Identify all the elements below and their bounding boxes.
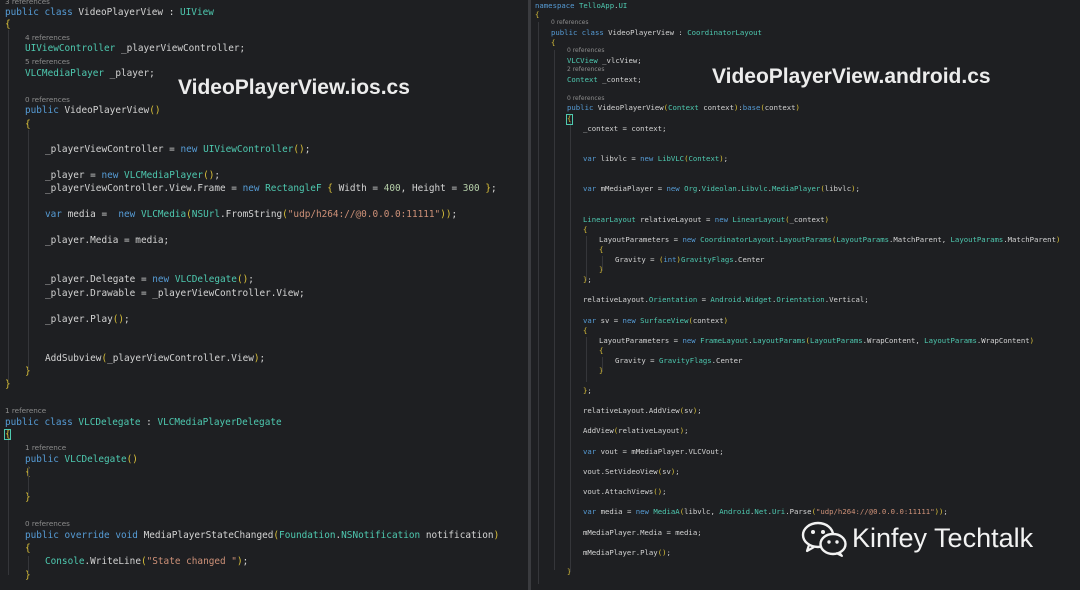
code-line: namespace TelloApp.UI bbox=[535, 1, 628, 10]
code-line: }; bbox=[583, 386, 592, 395]
indent-guide bbox=[586, 337, 587, 382]
code-line: _player.Delegate = new VLCDelegate(); bbox=[45, 274, 254, 285]
code-line: _playerViewController = new UIViewContro… bbox=[45, 144, 311, 155]
code-line: var libvlc = new LibVLC(Context); bbox=[583, 154, 729, 163]
code-line: public class VideoPlayerView : Coordinat… bbox=[551, 28, 762, 37]
code-line: { bbox=[599, 346, 604, 355]
code-line: { bbox=[535, 10, 540, 19]
left-file-label: VideoPlayerView.ios.cs bbox=[178, 76, 410, 99]
code-line: LayoutParameters = new FrameLayout.Layou… bbox=[599, 336, 1035, 345]
indent-guide bbox=[28, 556, 29, 574]
code-line: Context _context; bbox=[567, 75, 642, 84]
code-line: public VLCDelegate() bbox=[25, 454, 138, 465]
codelens-reference-count[interactable]: 1 reference bbox=[25, 444, 66, 451]
code-line: vout.SetVideoView(sv); bbox=[583, 467, 680, 476]
code-line: var media = new MediaA(libvlc, Android.N… bbox=[583, 507, 948, 516]
code-line: UIViewController _playerViewController; bbox=[25, 43, 246, 54]
code-line: _player.Play(); bbox=[45, 314, 130, 325]
codelens-reference-count[interactable]: 0 references bbox=[567, 96, 605, 102]
code-line: VLCMediaPlayer _player; bbox=[25, 68, 155, 79]
code-line: _context = context; bbox=[583, 124, 667, 133]
code-line: { bbox=[25, 543, 31, 554]
watermark-text: Kinfey Techtalk bbox=[852, 522, 1034, 553]
code-line: var sv = new SurfaceView(context) bbox=[583, 316, 729, 325]
code-line: vout.AttachViews(); bbox=[583, 487, 667, 496]
code-line: }; bbox=[583, 275, 592, 284]
code-line: AddSubview(_playerViewController.View); bbox=[45, 353, 266, 364]
watermark: Kinfey Techtalk bbox=[798, 518, 1033, 558]
codelens-reference-count[interactable]: 3 references bbox=[5, 0, 50, 5]
code-line: } bbox=[5, 379, 11, 390]
indent-guide bbox=[602, 256, 603, 271]
indent-guide bbox=[8, 30, 9, 380]
codelens-reference-count[interactable]: 0 references bbox=[25, 520, 70, 527]
code-line: VLCView _vlcView; bbox=[567, 56, 642, 65]
brace-match-highlight bbox=[566, 114, 573, 125]
code-line: public override void MediaPlayerStateCha… bbox=[25, 530, 500, 541]
codelens-reference-count[interactable]: 0 references bbox=[25, 96, 70, 103]
code-line: mMediaPlayer.Media = media; bbox=[583, 528, 702, 537]
code-line: var mMediaPlayer = new Org.Videolan.Libv… bbox=[583, 184, 860, 193]
code-line: public VideoPlayerView(Context context):… bbox=[567, 103, 800, 112]
code-line: public class VideoPlayerView : UIView bbox=[5, 7, 214, 18]
codelens-reference-count[interactable]: 0 references bbox=[567, 48, 605, 54]
indent-guide bbox=[28, 130, 29, 370]
code-line: var vout = mMediaPlayer.VLCVout; bbox=[583, 447, 724, 456]
right-file-label: VideoPlayerView.android.cs bbox=[712, 65, 991, 88]
indent-guide bbox=[602, 357, 603, 372]
code-line: { bbox=[599, 245, 604, 254]
code-line: { bbox=[583, 326, 588, 335]
code-line: public class VLCDelegate : VLCMediaPlaye… bbox=[5, 417, 282, 428]
code-line: Console.WriteLine("State changed "); bbox=[45, 556, 249, 567]
code-line: _player.Media = media; bbox=[45, 235, 170, 246]
indent-guide bbox=[8, 440, 9, 575]
code-line: Gravity = GravityFlags.Center bbox=[615, 356, 743, 365]
codelens-reference-count[interactable]: 2 references bbox=[567, 67, 605, 73]
code-line: _playerViewController.View.Frame = new R… bbox=[45, 183, 497, 194]
indent-guide bbox=[570, 122, 571, 572]
code-line: _player = new VLCMediaPlayer(); bbox=[45, 170, 221, 181]
code-line: { bbox=[551, 38, 556, 47]
code-line: { bbox=[583, 225, 588, 234]
indent-guide bbox=[28, 466, 29, 496]
code-line: relativeLayout.AddView(sv); bbox=[583, 406, 702, 415]
code-line: public VideoPlayerView() bbox=[25, 105, 161, 116]
code-line: relativeLayout.Orientation = Android.Wid… bbox=[583, 295, 869, 304]
codelens-reference-count[interactable]: 1 reference bbox=[5, 407, 46, 414]
brace-match-highlight bbox=[4, 429, 11, 440]
code-line: mMediaPlayer.Play(); bbox=[583, 548, 671, 557]
codelens-reference-count[interactable]: 5 references bbox=[25, 58, 70, 65]
wechat-icon bbox=[798, 518, 850, 558]
code-line: { bbox=[25, 119, 31, 130]
codelens-reference-count[interactable]: 4 references bbox=[25, 34, 70, 41]
code-line: LayoutParameters = new CoordinatorLayout… bbox=[599, 235, 1061, 244]
indent-guide bbox=[586, 236, 587, 281]
code-line: var media = new VLCMedia(NSUrl.FromStrin… bbox=[45, 209, 458, 220]
codelens-reference-count[interactable]: 0 references bbox=[551, 20, 589, 26]
code-line: _player.Drawable = _playerViewController… bbox=[45, 288, 305, 299]
code-line: { bbox=[5, 19, 11, 30]
indent-guide bbox=[554, 50, 555, 570]
code-line: LinearLayout relativeLayout = new Linear… bbox=[583, 215, 830, 224]
code-line: Gravity = (int)GravityFlags.Center bbox=[615, 255, 765, 264]
code-line: AddView(relativeLayout); bbox=[583, 426, 689, 435]
indent-guide bbox=[538, 22, 539, 584]
